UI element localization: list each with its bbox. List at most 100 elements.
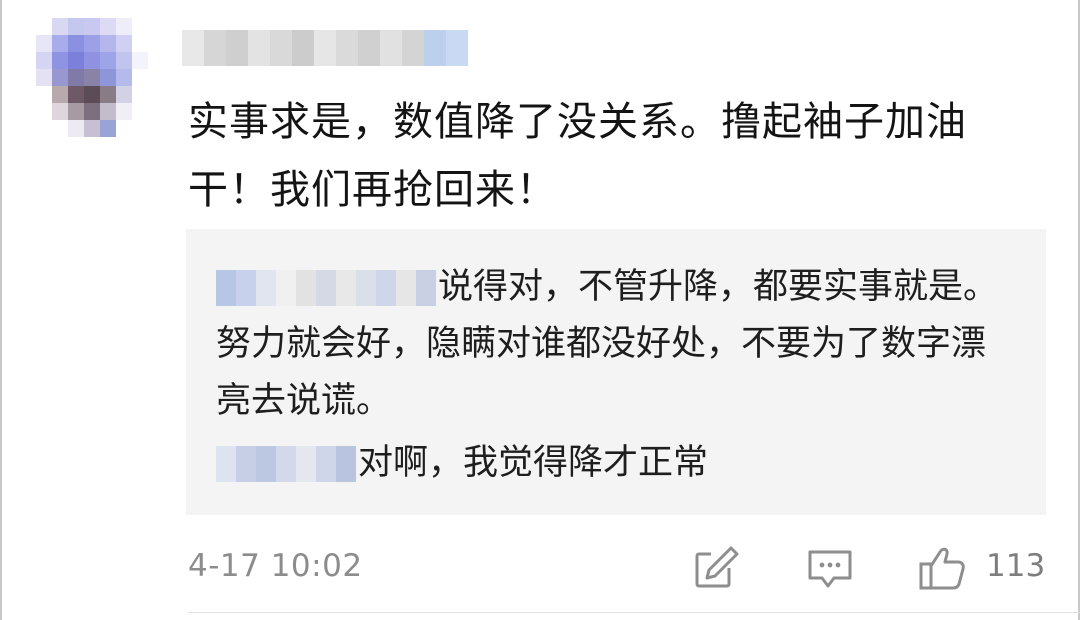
username-pixelated[interactable] — [182, 30, 468, 66]
comment-footer: 4-17 10:02 113 — [188, 540, 1048, 596]
mosaic-pixel — [132, 18, 148, 35]
mosaic-pixel — [216, 270, 236, 306]
mosaic-pixel — [132, 52, 148, 69]
mosaic-pixel — [336, 446, 356, 482]
reply-item[interactable]: 对啊，我觉得降才正常 — [216, 435, 1016, 492]
mosaic-pixel — [100, 35, 116, 52]
mosaic-pixel — [100, 18, 116, 35]
mosaic-pixel — [36, 86, 52, 103]
mosaic-pixel — [132, 120, 148, 137]
mosaic-pixel — [116, 35, 132, 52]
mosaic-pixel — [296, 446, 316, 482]
mosaic-pixel — [84, 103, 100, 120]
thumbs-up-icon-graphic — [919, 547, 965, 590]
mosaic-pixel — [100, 52, 116, 69]
edit-icon[interactable] — [693, 544, 741, 592]
mosaic-pixel — [316, 270, 336, 306]
mosaic-pixel — [84, 86, 100, 103]
divider — [188, 612, 1080, 613]
comment-text: 实事求是，数值降了没关系。撸起袖子加油干！我们再抢回来！ — [188, 99, 967, 213]
mosaic-pixel — [52, 103, 68, 120]
mosaic-pixel — [248, 30, 270, 66]
mosaic-pixel — [52, 69, 68, 86]
mosaic-pixel — [132, 35, 148, 52]
reply-author-pixelated[interactable] — [216, 446, 356, 482]
reply-author-pixelated[interactable] — [216, 270, 436, 306]
mosaic-pixel — [132, 103, 148, 120]
mosaic-pixel — [36, 69, 52, 86]
mosaic-pixel — [84, 120, 100, 137]
mosaic-pixel — [236, 446, 256, 482]
mosaic-pixel — [358, 30, 380, 66]
left-edge — [0, 0, 2, 620]
mosaic-pixel — [68, 35, 84, 52]
mosaic-pixel — [84, 35, 100, 52]
mosaic-pixel — [84, 69, 100, 86]
mosaic-pixel — [116, 52, 132, 69]
mosaic-pixel — [36, 18, 52, 35]
mosaic-pixel — [132, 86, 148, 103]
mosaic-pixel — [68, 18, 84, 35]
mosaic-pixel — [116, 86, 132, 103]
mosaic-pixel — [68, 86, 84, 103]
mosaic-pixel — [68, 120, 84, 137]
mosaic-pixel — [236, 270, 256, 306]
reply-item[interactable]: 说得对，不管升降，都要实事就是。努力就会好，隐瞒对谁都没好处，不要为了数字漂亮去… — [216, 259, 1016, 430]
mosaic-pixel — [100, 69, 116, 86]
mosaic-pixel — [380, 30, 402, 66]
mosaic-pixel — [100, 120, 116, 137]
mosaic-pixel — [52, 52, 68, 69]
like-count: 113 — [986, 548, 1046, 584]
mosaic-pixel — [36, 103, 52, 120]
mosaic-pixel — [36, 120, 52, 137]
replies-box[interactable]: 说得对，不管升降，都要实事就是。努力就会好，隐瞒对谁都没好处，不要为了数字漂亮去… — [186, 229, 1046, 515]
comment-icon-graphic — [808, 550, 852, 588]
mosaic-pixel — [132, 69, 148, 86]
mosaic-pixel — [226, 30, 248, 66]
mosaic-pixel — [116, 18, 132, 35]
mosaic-pixel — [270, 30, 292, 66]
mosaic-pixel — [116, 120, 132, 137]
mosaic-pixel — [402, 30, 424, 66]
mosaic-pixel — [52, 35, 68, 52]
user-avatar[interactable] — [36, 18, 148, 140]
mosaic-pixel — [446, 30, 468, 66]
mosaic-pixel — [100, 86, 116, 103]
mosaic-pixel — [84, 52, 100, 69]
mosaic-pixel — [52, 86, 68, 103]
mosaic-pixel — [296, 270, 316, 306]
mosaic-pixel — [68, 103, 84, 120]
mosaic-pixel — [68, 69, 84, 86]
mosaic-pixel — [68, 52, 84, 69]
mosaic-pixel — [52, 120, 68, 137]
edit-icon-graphic — [695, 546, 739, 588]
mosaic-pixel — [336, 270, 356, 306]
mosaic-pixel — [84, 18, 100, 35]
mosaic-pixel — [316, 446, 336, 482]
mosaic-pixel — [116, 69, 132, 86]
mosaic-pixel — [52, 18, 68, 35]
comment-icon[interactable] — [806, 544, 854, 592]
mosaic-pixel — [256, 270, 276, 306]
mosaic-pixel — [396, 270, 416, 306]
mosaic-pixel — [216, 446, 236, 482]
mosaic-pixel — [204, 30, 226, 66]
mosaic-pixel — [314, 30, 336, 66]
mosaic-pixel — [182, 30, 204, 66]
mosaic-pixel — [424, 30, 446, 66]
mosaic-pixel — [100, 103, 116, 120]
reply-text: 对啊，我觉得降才正常 — [358, 443, 709, 483]
mosaic-pixel — [116, 103, 132, 120]
mosaic-pixel — [276, 270, 296, 306]
thumbs-up-icon[interactable] — [918, 544, 966, 592]
mosaic-pixel — [376, 270, 396, 306]
mosaic-pixel — [356, 270, 376, 306]
mosaic-pixel — [276, 446, 296, 482]
mosaic-pixel — [336, 30, 358, 66]
mosaic-pixel — [36, 35, 52, 52]
mosaic-pixel — [416, 270, 436, 306]
mosaic-pixel — [292, 30, 314, 66]
mosaic-pixel — [256, 446, 276, 482]
comment-timestamp: 4-17 10:02 — [188, 548, 363, 584]
mosaic-pixel — [36, 52, 52, 69]
